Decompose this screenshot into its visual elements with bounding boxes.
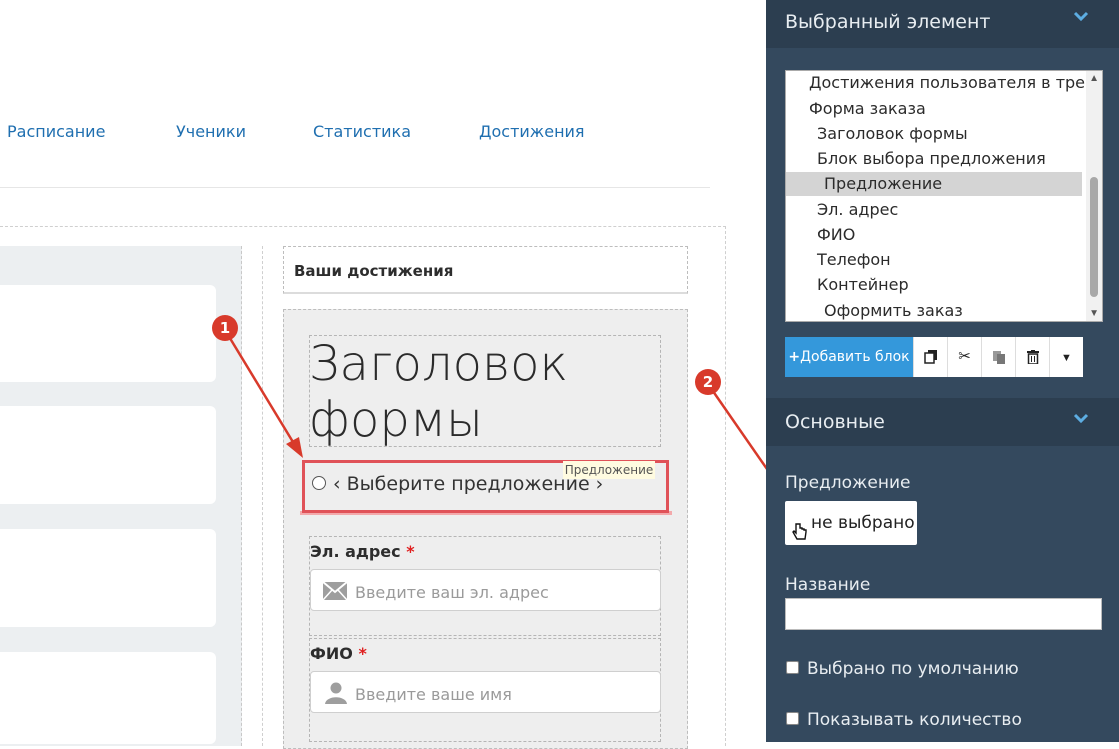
selected-element-title: Выбранный элемент	[785, 11, 991, 33]
annotation-marker-2: 2	[695, 369, 721, 395]
arrow-1-line	[223, 329, 298, 448]
trash-icon	[1026, 348, 1039, 365]
offer-select-value: не выбрано	[811, 513, 915, 533]
tree-item[interactable]: Эл. адрес	[817, 200, 898, 219]
annotation-marker-1: 1	[212, 315, 238, 341]
scissors-icon: ✂	[958, 348, 971, 365]
main-section-title: Основные	[785, 411, 885, 433]
tree-item[interactable]: Достижения пользователя в тренинге	[809, 73, 1102, 92]
tree-item[interactable]: Блок выбора предложения	[817, 149, 1046, 168]
cut-button[interactable]: ✂	[947, 337, 981, 377]
scroll-up-icon[interactable]: ▲	[1089, 73, 1099, 84]
tree-item[interactable]: Оформить заказ	[824, 301, 963, 320]
scrollbar-thumb[interactable]	[1090, 177, 1098, 297]
hand-pointer-icon	[792, 514, 808, 558]
title-setting-label: Название	[785, 575, 871, 595]
caret-down-icon: ▼	[1061, 352, 1072, 364]
offer-setting-label: Предложение	[785, 473, 911, 493]
title-input[interactable]	[785, 598, 1102, 630]
tree-item[interactable]: Контейнер	[817, 275, 909, 294]
tree-scrollbar[interactable]: ▲ ▼	[1086, 71, 1102, 321]
duplicate-button[interactable]	[913, 337, 947, 377]
offer-select-button[interactable]: не выбрано	[785, 501, 917, 545]
tree-item[interactable]: Телефон	[817, 250, 891, 269]
paste-icon	[992, 348, 1006, 365]
tree-item[interactable]: Форма заказа	[809, 99, 926, 118]
tree-item[interactable]: Заголовок формы	[817, 124, 968, 143]
tree-item[interactable]: ФИО	[817, 225, 855, 244]
paste-button[interactable]	[981, 337, 1015, 377]
copy-icon	[923, 348, 938, 365]
add-block-button[interactable]: +Добавить блок	[785, 337, 913, 377]
plus-icon: +	[788, 349, 801, 365]
default-checkbox[interactable]	[786, 661, 799, 674]
show-quantity-label: Показывать количество	[807, 710, 1022, 730]
tree-item-selected[interactable]: Предложение	[824, 174, 942, 193]
scroll-down-icon[interactable]: ▼	[1089, 308, 1099, 319]
chevron-down-icon[interactable]	[1073, 10, 1089, 28]
show-quantity-checkbox[interactable]	[786, 712, 799, 725]
delete-button[interactable]	[1015, 337, 1049, 377]
arrow-1-head	[286, 437, 303, 458]
default-checkbox-label: Выбрано по умолчанию	[807, 659, 1019, 679]
element-tree[interactable]: Достижения пользователя в тренинге Форма…	[785, 70, 1103, 322]
chevron-down-icon[interactable]	[1073, 412, 1089, 430]
more-options-button[interactable]: ▼	[1049, 337, 1083, 377]
